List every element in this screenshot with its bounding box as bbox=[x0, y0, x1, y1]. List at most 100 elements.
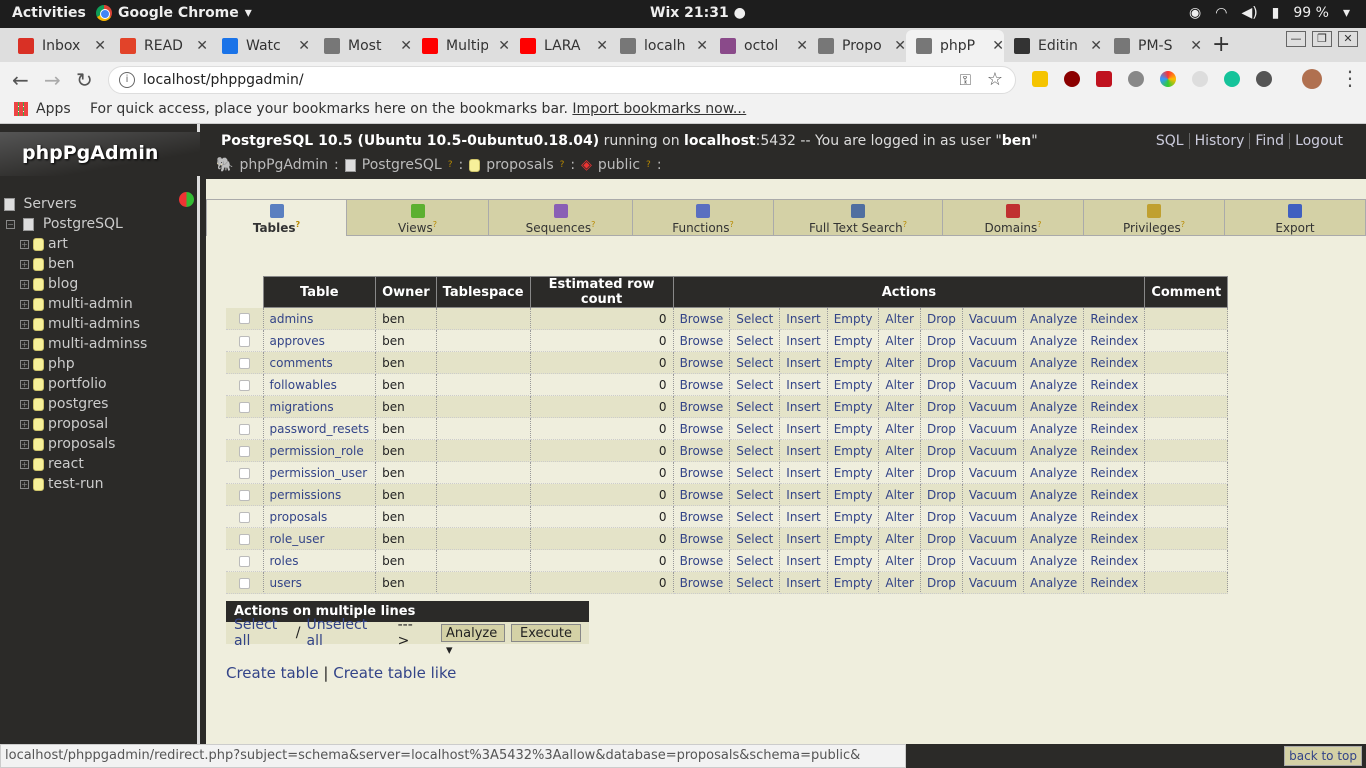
action-analyze-link[interactable]: Analyze bbox=[1023, 351, 1085, 374]
action-insert-link[interactable]: Insert bbox=[779, 307, 828, 330]
sql-link[interactable]: SQL bbox=[1151, 133, 1190, 149]
select-all-link[interactable]: Select all bbox=[234, 617, 290, 649]
execute-button[interactable]: Execute bbox=[511, 624, 581, 642]
help-mark[interactable]: ? bbox=[1181, 220, 1185, 229]
tree-database-label[interactable]: proposal bbox=[48, 416, 108, 432]
close-icon[interactable]: ✕ bbox=[498, 38, 510, 54]
action-select-link[interactable]: Select bbox=[729, 439, 781, 462]
action-analyze-link[interactable]: Analyze bbox=[1023, 395, 1085, 418]
tree-database-label[interactable]: postgres bbox=[48, 396, 108, 412]
action-vacuum-link[interactable]: Vacuum bbox=[962, 505, 1025, 528]
table-name-link[interactable]: password_resets bbox=[263, 417, 377, 440]
close-icon[interactable]: ✕ bbox=[298, 38, 310, 54]
tab-full-text-search[interactable]: Full Text Search? bbox=[774, 199, 943, 236]
logo[interactable]: phpPgAdmin bbox=[0, 132, 200, 176]
expand-icon[interactable]: + bbox=[20, 339, 29, 349]
action-select-link[interactable]: Select bbox=[729, 549, 781, 572]
find-link[interactable]: Find bbox=[1250, 133, 1291, 149]
import-bookmarks-link[interactable]: Import bookmarks now... bbox=[572, 101, 746, 117]
action-browse-link[interactable]: Browse bbox=[673, 483, 731, 506]
table-name-link[interactable]: followables bbox=[263, 373, 377, 396]
close-icon[interactable]: ✕ bbox=[992, 38, 1004, 54]
expand-icon[interactable]: + bbox=[20, 259, 29, 269]
activities-button[interactable]: Activities bbox=[12, 5, 86, 21]
table-name-link[interactable]: permission_role bbox=[263, 439, 377, 462]
action-empty-link[interactable]: Empty bbox=[827, 329, 880, 352]
help-mark[interactable]: ? bbox=[560, 160, 565, 170]
tree-database-label[interactable]: php bbox=[48, 356, 75, 372]
reload-icon[interactable]: ↻ bbox=[76, 68, 93, 92]
action-insert-link[interactable]: Insert bbox=[779, 373, 828, 396]
action-alter-link[interactable]: Alter bbox=[878, 351, 921, 374]
tree-database-postgres[interactable]: + postgres bbox=[0, 394, 200, 414]
tab-functions[interactable]: Functions? bbox=[633, 199, 774, 236]
key-icon[interactable]: ⚿ bbox=[960, 71, 971, 89]
action-browse-link[interactable]: Browse bbox=[673, 329, 731, 352]
action-drop-link[interactable]: Drop bbox=[920, 439, 963, 462]
extension-icon[interactable] bbox=[1096, 71, 1112, 87]
grammarly-icon[interactable] bbox=[1224, 71, 1240, 87]
browser-tab[interactable]: Multip ✕ bbox=[412, 30, 510, 62]
action-vacuum-link[interactable]: Vacuum bbox=[962, 549, 1025, 572]
expand-icon[interactable]: + bbox=[20, 379, 29, 389]
close-icon[interactable]: ✕ bbox=[796, 38, 808, 54]
action-insert-link[interactable]: Insert bbox=[779, 417, 828, 440]
action-empty-link[interactable]: Empty bbox=[827, 549, 880, 572]
action-vacuum-link[interactable]: Vacuum bbox=[962, 329, 1025, 352]
action-alter-link[interactable]: Alter bbox=[878, 549, 921, 572]
browser-tab[interactable]: Editin ✕ bbox=[1004, 30, 1102, 62]
action-vacuum-link[interactable]: Vacuum bbox=[962, 395, 1025, 418]
tree-database-label[interactable]: test-run bbox=[48, 476, 103, 492]
action-alter-link[interactable]: Alter bbox=[878, 307, 921, 330]
action-analyze-link[interactable]: Analyze bbox=[1023, 373, 1085, 396]
action-browse-link[interactable]: Browse bbox=[673, 571, 731, 594]
row-checkbox[interactable] bbox=[238, 445, 250, 457]
help-mark[interactable]: ? bbox=[903, 220, 907, 229]
action-browse-link[interactable]: Browse bbox=[673, 461, 731, 484]
close-window-button[interactable]: ✕ bbox=[1338, 31, 1358, 47]
action-alter-link[interactable]: Alter bbox=[878, 329, 921, 352]
action-empty-link[interactable]: Empty bbox=[827, 527, 880, 550]
action-empty-link[interactable]: Empty bbox=[827, 571, 880, 594]
action-reindex-link[interactable]: Reindex bbox=[1083, 417, 1146, 440]
action-insert-link[interactable]: Insert bbox=[779, 483, 828, 506]
action-reindex-link[interactable]: Reindex bbox=[1083, 395, 1146, 418]
action-insert-link[interactable]: Insert bbox=[779, 439, 828, 462]
tree-servers-label[interactable]: Servers bbox=[23, 196, 76, 212]
extension-icon[interactable] bbox=[1128, 71, 1144, 87]
row-checkbox[interactable] bbox=[238, 313, 250, 325]
action-alter-link[interactable]: Alter bbox=[878, 461, 921, 484]
tree-database-multi-admin[interactable]: + multi-admin bbox=[0, 294, 200, 314]
minimize-button[interactable]: — bbox=[1286, 31, 1306, 47]
action-select-link[interactable]: Select bbox=[729, 307, 781, 330]
apps-shortcut[interactable]: Apps bbox=[14, 101, 71, 117]
refresh-icon[interactable] bbox=[179, 192, 194, 207]
action-analyze-link[interactable]: Analyze bbox=[1023, 571, 1085, 594]
table-name-link[interactable]: admins bbox=[263, 307, 377, 330]
tree-database-multi-admins[interactable]: + multi-admins bbox=[0, 314, 200, 334]
action-insert-link[interactable]: Insert bbox=[779, 395, 828, 418]
action-analyze-link[interactable]: Analyze bbox=[1023, 329, 1085, 352]
action-insert-link[interactable]: Insert bbox=[779, 549, 828, 572]
expand-icon[interactable]: + bbox=[20, 399, 29, 409]
close-icon[interactable]: ✕ bbox=[696, 38, 708, 54]
url-text[interactable]: localhost/phppgadmin/ bbox=[143, 72, 304, 88]
action-empty-link[interactable]: Empty bbox=[827, 351, 880, 374]
history-link[interactable]: History bbox=[1190, 133, 1251, 149]
tab-views[interactable]: Views? bbox=[347, 199, 489, 236]
action-insert-link[interactable]: Insert bbox=[779, 329, 828, 352]
create-table-link[interactable]: Create table bbox=[226, 664, 319, 682]
tree-database-art[interactable]: + art bbox=[0, 234, 200, 254]
action-vacuum-link[interactable]: Vacuum bbox=[962, 571, 1025, 594]
close-icon[interactable]: ✕ bbox=[1090, 38, 1102, 54]
action-browse-link[interactable]: Browse bbox=[673, 417, 731, 440]
action-select[interactable]: Analyze ▾ bbox=[441, 624, 505, 658]
action-empty-link[interactable]: Empty bbox=[827, 395, 880, 418]
help-mark[interactable]: ? bbox=[448, 160, 453, 170]
row-checkbox[interactable] bbox=[238, 357, 250, 369]
action-insert-link[interactable]: Insert bbox=[779, 461, 828, 484]
action-reindex-link[interactable]: Reindex bbox=[1083, 483, 1146, 506]
action-browse-link[interactable]: Browse bbox=[673, 439, 731, 462]
action-select-link[interactable]: Select bbox=[729, 571, 781, 594]
table-name-link[interactable]: proposals bbox=[263, 505, 377, 528]
